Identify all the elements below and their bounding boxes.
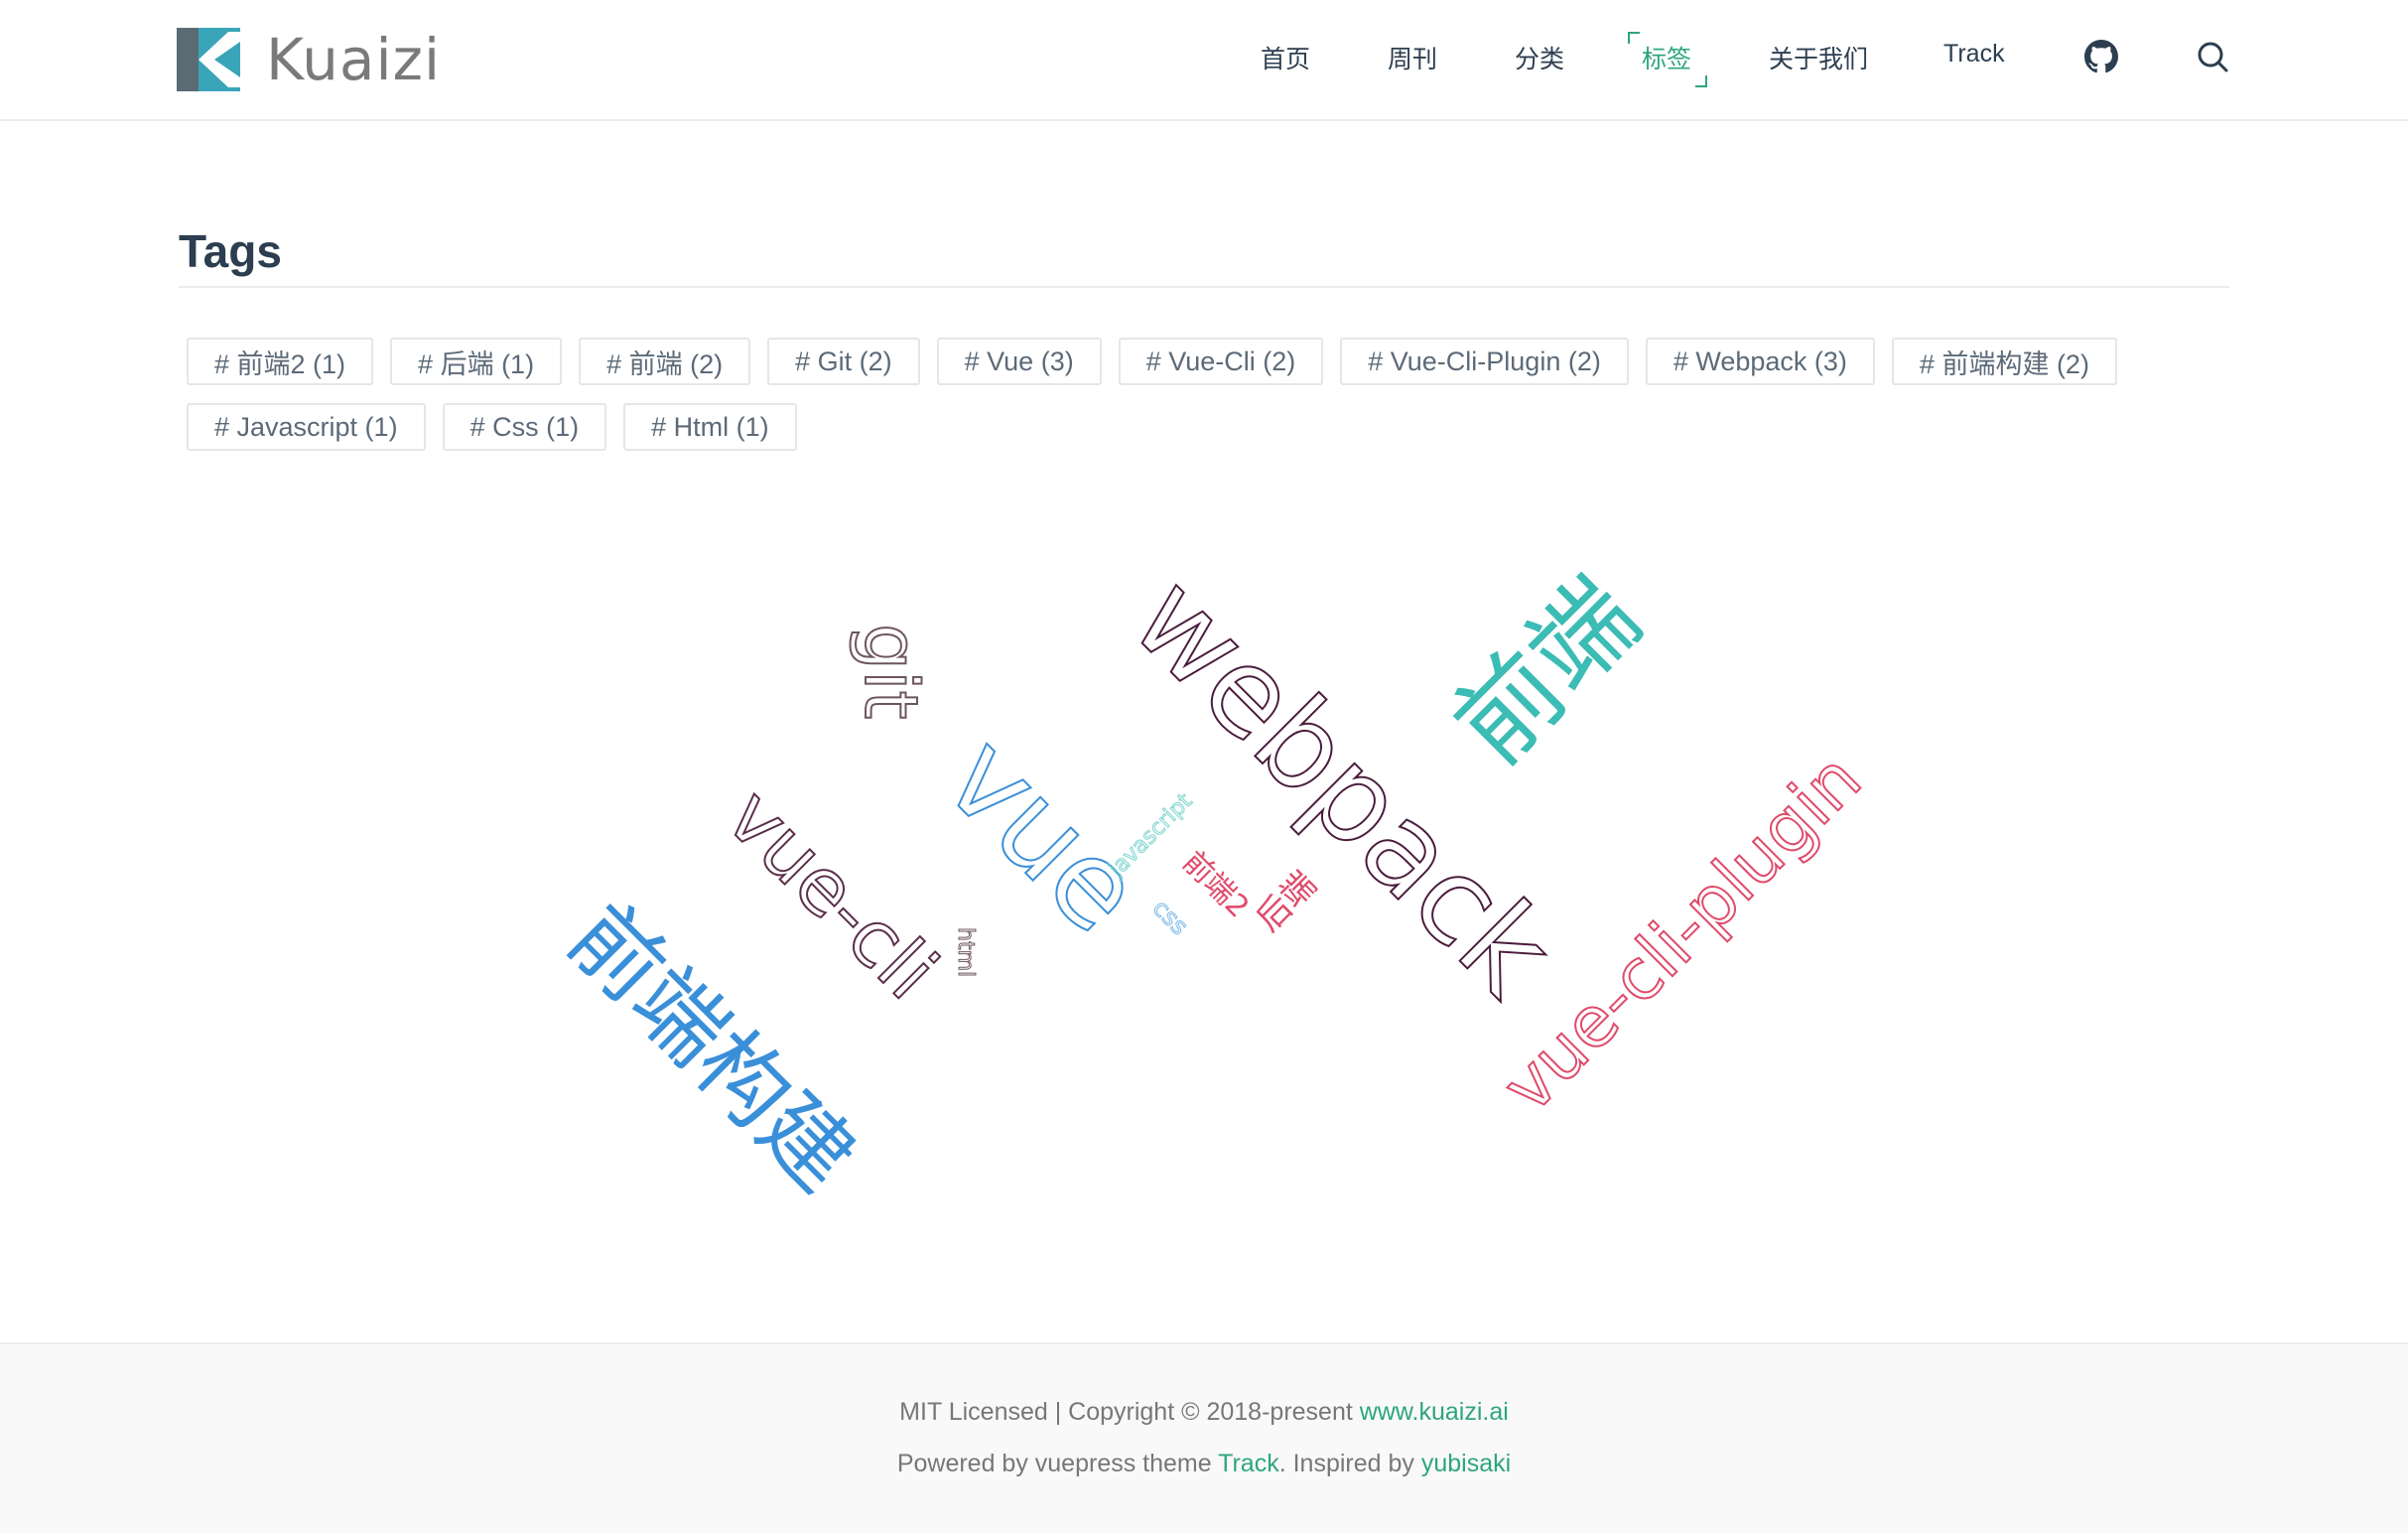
cloud-word-css[interactable]: css <box>1146 894 1194 941</box>
theme-link[interactable]: Track <box>1218 1450 1279 1477</box>
tag-item[interactable]: # Vue-Cli (2) <box>1118 338 1324 385</box>
tag-item[interactable]: # 后端 (1) <box>390 338 563 385</box>
tag-item[interactable]: # Vue-Cli-Plugin (2) <box>1340 338 1629 385</box>
site-link[interactable]: www.kuaizi.ai <box>1360 1398 1509 1426</box>
title-divider <box>179 286 2229 288</box>
github-icon[interactable] <box>2084 40 2118 73</box>
nav-track[interactable]: Track <box>1943 40 2005 69</box>
tag-item[interactable]: # Webpack (3) <box>1645 338 1875 385</box>
cloud-word-git[interactable]: git <box>847 623 934 721</box>
site-logo[interactable]: Kuaizi <box>177 26 442 93</box>
tag-item[interactable]: # 前端 (2) <box>579 338 751 385</box>
navbar: Kuaizi 首页 周刊 分类 标签 关于我们 Track <box>0 0 2408 121</box>
tag-item[interactable]: # Css (1) <box>442 403 607 451</box>
tag-item[interactable]: # 前端构建 (2) <box>1891 338 2117 385</box>
nav-home[interactable]: 首页 <box>1261 40 1310 75</box>
nav-weekly[interactable]: 周刊 <box>1388 40 1437 75</box>
nav-tags[interactable]: 标签 <box>1628 32 1708 87</box>
search-icon[interactable] <box>2196 40 2229 73</box>
tag-item[interactable]: # Vue (3) <box>936 338 1102 385</box>
nav-about[interactable]: 关于我们 <box>1769 40 1868 75</box>
cloud-word-frontend[interactable]: 前端 <box>1430 555 1662 786</box>
cloud-word-backend[interactable]: 后端 <box>1249 864 1324 939</box>
inspired-text: . Inspired by <box>1278 1450 1421 1477</box>
cloud-word-frontend2[interactable]: 前端2 <box>1175 845 1256 925</box>
active-bracket <box>1628 32 1640 44</box>
page-title: Tags <box>179 225 282 277</box>
powered-text: Powered by vuepress theme <box>896 1450 1219 1477</box>
cloud-word-html[interactable]: html <box>953 927 979 978</box>
cloud-word-vue[interactable]: vue <box>918 708 1169 959</box>
tag-item[interactable]: # Html (1) <box>623 403 797 451</box>
tag-word-cloud: webpack 前端 git vue vue-cli vue-cli-plugi… <box>548 549 1877 1211</box>
brand-name: Kuaizi <box>266 26 442 93</box>
license-text: MIT Licensed | Copyright © 2018-present <box>899 1398 1360 1426</box>
cloud-word-webpack[interactable]: webpack <box>1105 549 1579 1024</box>
tag-list: # 前端2 (1) # 后端 (1) # 前端 (2) # Git (2) # … <box>187 338 2231 451</box>
footer: MIT Licensed | Copyright © 2018-present … <box>0 1342 2408 1533</box>
footer-license: MIT Licensed | Copyright © 2018-present … <box>0 1398 2408 1427</box>
tag-item[interactable]: # 前端2 (1) <box>187 338 374 385</box>
active-bracket <box>1695 75 1708 87</box>
nav-tags-label: 标签 <box>1642 46 1692 73</box>
inspired-link[interactable]: yubisaki <box>1421 1450 1511 1477</box>
cloud-word-vue-cli[interactable]: vue-cli <box>709 771 955 1018</box>
tag-item[interactable]: # Javascript (1) <box>187 403 426 451</box>
nav-categories[interactable]: 分类 <box>1515 40 1564 75</box>
tag-item[interactable]: # Git (2) <box>767 338 920 385</box>
kuaizi-logo-icon <box>177 28 240 91</box>
footer-powered: Powered by vuepress theme Track. Inspire… <box>0 1450 2408 1478</box>
